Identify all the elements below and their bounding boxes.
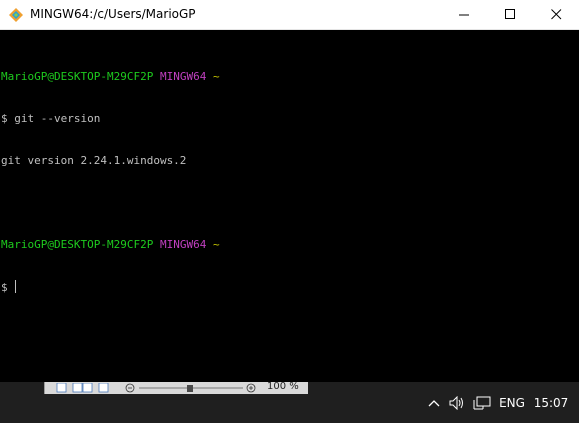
maximize-icon xyxy=(504,9,515,19)
terminal-output[interactable]: MarioGP@DESKTOP-M29CF2P MINGW64 ~ $ git … xyxy=(0,30,566,382)
prompt-env: MINGW64 xyxy=(159,70,207,83)
close-button[interactable] xyxy=(533,0,579,29)
volume-icon xyxy=(449,395,463,410)
input-language-indicator[interactable]: ENG xyxy=(496,382,528,423)
prompt-line: MarioGP@DESKTOP-M29CF2P MINGW64 ~ xyxy=(1,70,566,84)
minimize-icon xyxy=(458,14,469,16)
show-hidden-icons-button[interactable] xyxy=(425,382,443,423)
window-title: MINGW64:/c/Users/MarioGP xyxy=(30,7,196,21)
scroll-up-icon[interactable] xyxy=(568,32,577,42)
prompt-user-host: MarioGP@DESKTOP-M29CF2P xyxy=(1,238,154,251)
close-icon xyxy=(550,9,561,20)
maximize-button[interactable] xyxy=(487,0,533,29)
minimize-button[interactable] xyxy=(441,0,487,29)
view-mode-icons[interactable] xyxy=(53,383,113,393)
clock[interactable]: 15:07 xyxy=(531,382,571,423)
command-output: git version 2.24.1.windows.2 xyxy=(1,154,187,167)
git-bash-diamond-icon xyxy=(9,8,23,22)
text-cursor xyxy=(15,280,17,293)
zoom-level: 100 % xyxy=(267,381,299,392)
prompt-user-host: MarioGP@DESKTOP-M29CF2P xyxy=(1,70,154,83)
prompt-line: MarioGP@DESKTOP-M29CF2P MINGW64 ~ xyxy=(1,238,566,252)
volume-button[interactable] xyxy=(447,382,467,423)
command-line: $ git --version xyxy=(1,112,101,125)
background-window-statusbar: 100 % xyxy=(44,381,308,394)
network-icon xyxy=(473,396,491,409)
taskbar: 100 % ENG 15:07 xyxy=(0,381,579,423)
terminal-window: MINGW64:/c/Users/MarioGP MarioGP@DESKTOP… xyxy=(0,0,579,382)
vertical-scrollbar[interactable] xyxy=(566,30,579,382)
input-prompt: $ xyxy=(1,281,15,294)
network-button[interactable] xyxy=(471,382,493,423)
title-bar[interactable]: MINGW64:/c/Users/MarioGP xyxy=(0,0,579,30)
prompt-path: ~ xyxy=(212,70,220,83)
chevron-up-icon xyxy=(428,399,440,406)
zoom-slider[interactable] xyxy=(125,383,265,393)
prompt-path: ~ xyxy=(212,238,220,251)
scroll-down-icon[interactable] xyxy=(568,370,577,380)
prompt-env: MINGW64 xyxy=(159,238,207,251)
input-line[interactable]: $ xyxy=(1,280,566,294)
